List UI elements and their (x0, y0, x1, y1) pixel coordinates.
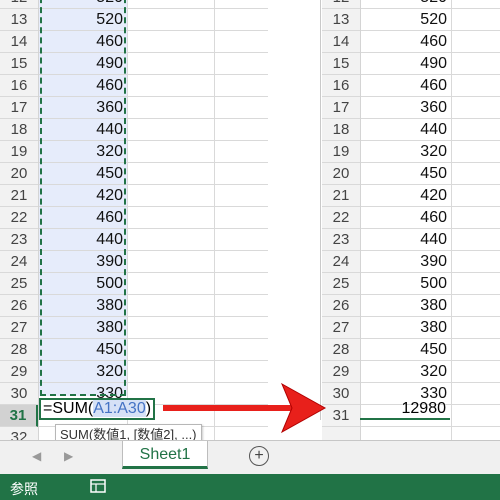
row-number[interactable]: 24 (0, 251, 38, 273)
row-number[interactable]: 28 (322, 339, 360, 361)
row-number[interactable]: 29 (0, 361, 38, 383)
row-number[interactable]: 17 (322, 97, 360, 119)
status-mode: 参照 (10, 481, 38, 497)
row-number[interactable]: 14 (322, 31, 360, 53)
row-number[interactable]: 22 (0, 207, 38, 229)
row-number[interactable]: 13 (322, 9, 360, 31)
formula-cell[interactable]: =SUM(A1:A30) (39, 398, 155, 420)
row-number[interactable]: 18 (0, 119, 38, 141)
formula-suffix: ) (145, 400, 152, 417)
row-number[interactable]: 12 (0, 0, 38, 9)
row-number[interactable]: 32 (0, 427, 38, 440)
grid-line (451, 0, 452, 440)
row-number[interactable]: 30 (322, 383, 360, 405)
grid-line (127, 0, 128, 440)
row-number[interactable]: 29 (322, 361, 360, 383)
row-number[interactable]: 15 (322, 53, 360, 75)
row-number[interactable]: 28 (0, 339, 38, 361)
result-value: 12980 (401, 400, 447, 417)
grid-line (214, 0, 215, 440)
row-number[interactable]: 22 (322, 207, 360, 229)
row-number[interactable]: 25 (322, 273, 360, 295)
row-number[interactable]: 26 (0, 295, 38, 317)
row-number[interactable]: 21 (322, 185, 360, 207)
row-number[interactable]: 19 (322, 141, 360, 163)
formula-range-ref: A1:A30 (93, 400, 146, 417)
row-number[interactable]: 23 (322, 229, 360, 251)
row-number[interactable]: 15 (0, 53, 38, 75)
row-number[interactable]: 12 (322, 0, 360, 9)
row-number[interactable]: 21 (0, 185, 38, 207)
row-number[interactable]: 14 (0, 31, 38, 53)
row-number[interactable]: 16 (322, 75, 360, 97)
row-number[interactable]: 30 (0, 383, 38, 405)
row-number[interactable]: 25 (0, 273, 38, 295)
sheet-view-icon[interactable] (90, 478, 106, 494)
result-cell[interactable]: 12980 (360, 398, 450, 420)
add-sheet-icon[interactable]: + (249, 446, 269, 466)
pane-gap (268, 0, 322, 440)
row-number[interactable]: 17 (0, 97, 38, 119)
row-number[interactable]: 20 (0, 163, 38, 185)
row-number[interactable]: 18 (322, 119, 360, 141)
row-number[interactable]: 23 (0, 229, 38, 251)
row-number[interactable]: 13 (0, 9, 38, 31)
row-number[interactable]: 31 (0, 405, 38, 427)
result-column-border (360, 0, 450, 420)
row-number[interactable]: 16 (0, 75, 38, 97)
scroll-left-icon[interactable]: ◀ (32, 449, 41, 463)
row-number[interactable]: 31 (322, 405, 360, 427)
row-number[interactable]: 20 (322, 163, 360, 185)
grid-line (361, 426, 500, 427)
scroll-right-icon[interactable]: ▶ (64, 449, 73, 463)
sheet-tab-label: Sheet1 (139, 446, 191, 463)
row-number[interactable]: 27 (0, 317, 38, 339)
row-header-column: 1213141516171819202122232425262728293031… (0, 0, 39, 440)
sheet-tab[interactable]: Sheet1 (122, 441, 208, 469)
row-number[interactable]: 27 (322, 317, 360, 339)
copy-marquee-border (40, 0, 126, 396)
formula-prefix: =SUM( (43, 400, 94, 417)
row-number[interactable]: 24 (322, 251, 360, 273)
pane-divider (320, 0, 321, 420)
row-number[interactable]: 26 (322, 295, 360, 317)
row-header-column: 1213141516171819202122232425262728293031 (322, 0, 361, 440)
sheet-tab-bar: ◀ ▶ Sheet1 + (0, 440, 500, 475)
row-number[interactable]: 19 (0, 141, 38, 163)
status-bar: 参照 (0, 474, 500, 500)
